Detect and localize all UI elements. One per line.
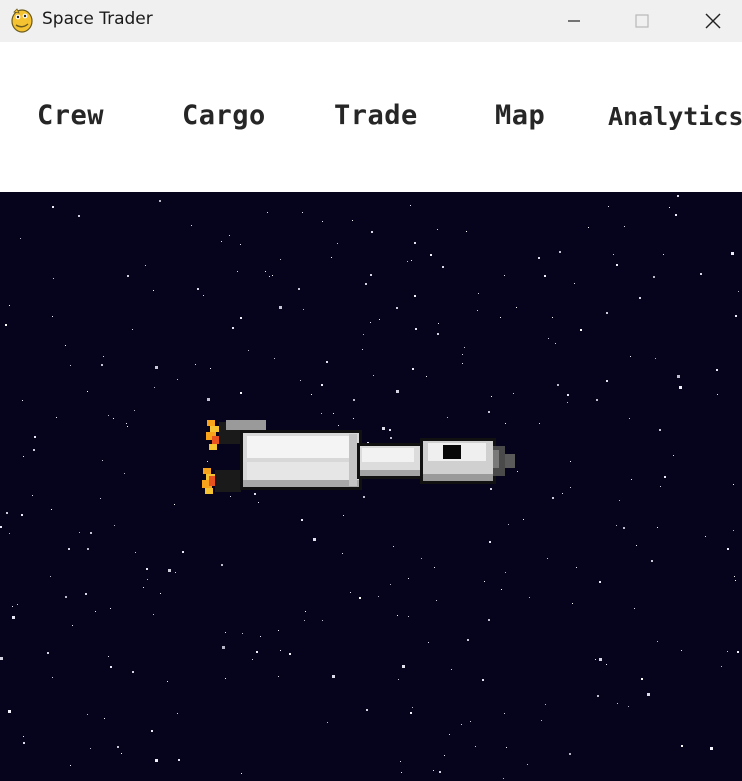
nav-item-map[interactable]: Map: [495, 100, 545, 131]
maximize-button[interactable]: [617, 0, 667, 42]
maximize-icon: [635, 14, 649, 28]
minimize-button[interactable]: [549, 0, 599, 42]
nav-bar: Crew Cargo Trade Map Analytics: [0, 42, 742, 192]
pygame-snake-icon: [11, 8, 33, 33]
nav-item-crew[interactable]: Crew: [37, 100, 104, 131]
nav-item-trade[interactable]: Trade: [334, 100, 418, 131]
nav-item-cargo[interactable]: Cargo: [182, 100, 266, 131]
space-viewport: [0, 192, 742, 781]
title-bar: Space Trader: [0, 0, 742, 42]
close-button[interactable]: [688, 0, 738, 42]
spaceship: [202, 420, 515, 494]
close-icon: [705, 13, 721, 29]
window-title: Space Trader: [42, 9, 153, 29]
minimize-icon: [568, 20, 580, 22]
nav-item-analytics[interactable]: Analytics: [608, 102, 742, 131]
